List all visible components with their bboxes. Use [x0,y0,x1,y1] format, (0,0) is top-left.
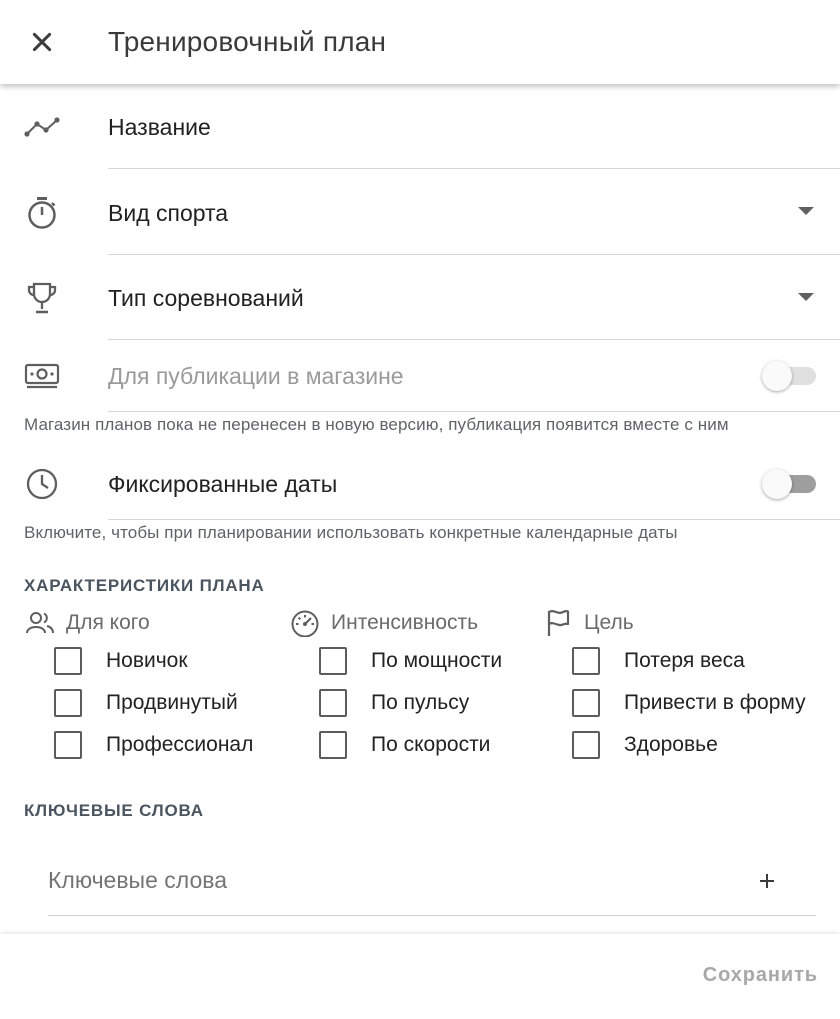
add-keyword-button[interactable] [754,868,780,894]
clock-icon [24,466,60,502]
name-field[interactable]: Название [108,84,840,169]
option-label: По мощности [371,649,503,672]
store-field: Для публикации в магазине [108,340,840,412]
name-row: Название [0,84,840,169]
option-label: Здоровье [624,733,718,756]
fixed-dates-hint: Включите, чтобы при планировании использ… [24,523,678,542]
option-heart-rate[interactable]: По пульсу [289,682,502,724]
checkbox[interactable] [572,647,600,675]
close-button[interactable] [22,22,62,62]
store-label: Для публикации в магазине [108,363,404,389]
sport-label: Вид спорта [108,200,229,226]
goal-header: Цель [542,606,806,640]
option-weight-loss[interactable]: Потеря веса [542,640,806,682]
name-label: Название [108,114,211,140]
trophy-icon [24,280,60,316]
money-icon [24,358,60,394]
intensity-label: Интенсивность [331,611,479,634]
option-label: Профессионал [106,733,254,756]
speedometer-icon [289,607,321,639]
close-icon [32,32,52,52]
dropdown-arrow-icon [798,293,814,301]
checkbox[interactable] [54,647,82,675]
people-icon [24,607,56,639]
keywords-field [48,850,816,916]
option-speed[interactable]: По скорости [289,724,502,766]
chart-line-icon [24,109,60,145]
option-get-in-shape[interactable]: Привести в форму [542,682,806,724]
option-label: Привести в форму [624,691,806,714]
checkbox[interactable] [54,689,82,717]
option-label: Потеря веса [624,649,745,672]
keywords-input[interactable] [48,858,728,902]
option-advanced[interactable]: Продвинутый [24,682,253,724]
page-title: Тренировочный план [108,26,387,57]
characteristics-title: ХАРАКТЕРИСТИКИ ПЛАНА [24,576,265,595]
footer-bar: Сохранить [0,934,840,1019]
dropdown-arrow-icon [798,207,814,215]
competition-row: Тип соревнований [0,255,840,340]
option-health[interactable]: Здоровье [542,724,806,766]
checkbox[interactable] [319,731,347,759]
fixed-dates-field: Фиксированные даты [108,448,840,520]
keywords-title: КЛЮЧЕВЫЕ СЛОВА [24,801,204,820]
checkbox[interactable] [572,731,600,759]
fixed-dates-row: Фиксированные даты [0,448,840,520]
stopwatch-icon [24,195,60,231]
toggle-thumb [762,469,792,499]
audience-column: Для кого Новичок Продвинутый Профессиона… [24,606,253,766]
toggle-thumb [762,361,792,391]
goal-label: Цель [584,611,634,634]
option-beginner[interactable]: Новичок [24,640,253,682]
competition-label: Тип соревнований [108,285,304,311]
intensity-header: Интенсивность [289,606,502,640]
sport-select[interactable]: Вид спорта [108,169,840,255]
plus-icon [760,874,774,888]
checkbox[interactable] [54,731,82,759]
option-label: По пульсу [371,691,470,714]
audience-label: Для кого [66,611,150,634]
sport-row: Вид спорта [0,169,840,255]
save-button[interactable]: Сохранить [703,964,818,987]
intensity-column: Интенсивность По мощности По пульсу По с… [289,606,502,766]
flag-icon [542,607,574,639]
option-label: Новичок [106,649,188,672]
checkbox[interactable] [572,689,600,717]
store-row: Для публикации в магазине [0,340,840,412]
competition-select[interactable]: Тип соревнований [108,255,840,340]
option-label: Продвинутый [106,691,238,714]
store-hint: Магазин планов пока не перенесен в новую… [24,415,729,434]
app-bar: Тренировочный план [0,0,840,84]
audience-header: Для кого [24,606,253,640]
option-power[interactable]: По мощности [289,640,502,682]
option-professional[interactable]: Профессионал [24,724,253,766]
store-toggle[interactable] [762,361,816,391]
goal-column: Цель Потеря веса Привести в форму Здоров… [542,606,806,766]
checkbox[interactable] [319,689,347,717]
option-label: По скорости [371,733,491,756]
fixed-dates-toggle[interactable] [762,469,816,499]
fixed-dates-label: Фиксированные даты [108,471,338,497]
checkbox[interactable] [319,647,347,675]
